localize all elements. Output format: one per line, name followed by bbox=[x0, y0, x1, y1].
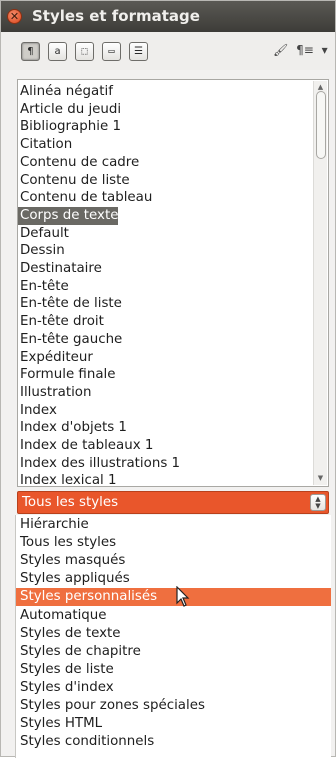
close-button[interactable]: ✕ bbox=[7, 9, 22, 24]
style-list-item[interactable]: Formule finale bbox=[18, 366, 116, 384]
filter-option[interactable]: Styles HTML bbox=[16, 715, 331, 733]
style-list-item[interactable]: Destinataire bbox=[18, 260, 102, 278]
filter-option[interactable]: Styles personnalisés bbox=[16, 588, 331, 607]
fill-format-icon[interactable]: 🖌 bbox=[273, 43, 288, 57]
frame-styles-button[interactable]: ⬚ bbox=[75, 42, 94, 61]
filter-option[interactable]: Styles de texte bbox=[16, 625, 331, 643]
style-list-item[interactable]: Expéditeur bbox=[18, 349, 93, 367]
styles-formatting-window: ✕ Styles et formatage ¶ a ⬚ ▭ ☰ 🖌 ¶≡ ▾ Aliné… bbox=[0, 0, 336, 758]
style-list-item[interactable]: Article du jeudi bbox=[18, 101, 121, 119]
filter-option[interactable]: Automatique bbox=[16, 607, 331, 625]
vertical-scrollbar[interactable]: ▲ ▼ bbox=[313, 81, 327, 485]
toolbar-right: 🖌 ¶≡ ▾ bbox=[273, 43, 332, 57]
filter-option[interactable]: Styles pour zones spéciales bbox=[16, 697, 331, 715]
style-list-item[interactable]: Dessin bbox=[18, 242, 65, 260]
chevron-down-icon[interactable]: ▾ bbox=[322, 43, 328, 57]
style-list-item[interactable]: Index de tableaux 1 bbox=[18, 437, 153, 455]
style-list-item[interactable]: Illustration bbox=[18, 384, 91, 402]
style-filter-select[interactable]: Tous les styles ▲ ▼ bbox=[17, 491, 329, 514]
title-bar[interactable]: ✕ Styles et formatage bbox=[1, 1, 335, 32]
filter-option[interactable]: Styles de chapitre bbox=[16, 643, 331, 661]
paragraph-styles-button[interactable]: ¶ bbox=[21, 42, 40, 61]
close-icon: ✕ bbox=[9, 10, 20, 23]
filter-option[interactable]: Styles appliqués bbox=[16, 570, 331, 588]
toolbar: ¶ a ⬚ ▭ ☰ 🖌 ¶≡ ▾ bbox=[1, 32, 335, 70]
filter-option[interactable]: Styles d'index bbox=[16, 679, 331, 697]
character-styles-button[interactable]: a bbox=[48, 42, 67, 61]
mouse-pointer-icon bbox=[176, 586, 190, 607]
style-list-item[interactable]: En-tête bbox=[18, 278, 69, 296]
style-list-item[interactable]: Contenu de cadre bbox=[18, 154, 139, 172]
style-list-item[interactable]: Index des illustrations 1 bbox=[18, 455, 180, 473]
filter-option[interactable]: Styles conditionnels bbox=[16, 733, 331, 751]
style-list-item[interactable]: Citation bbox=[18, 136, 72, 154]
scroll-down-icon[interactable]: ▼ bbox=[316, 474, 325, 483]
style-filter-value: Tous les styles bbox=[22, 495, 119, 510]
filter-option[interactable]: Hiérarchie bbox=[16, 516, 331, 534]
style-list-item[interactable]: Bibliographie 1 bbox=[18, 118, 121, 136]
style-list-item[interactable]: Corps de texte bbox=[18, 206, 119, 225]
style-list-item[interactable]: En-tête droit bbox=[18, 313, 104, 331]
style-list-item[interactable]: Contenu de tableau bbox=[18, 189, 152, 207]
style-list-item[interactable]: En-tête de liste bbox=[18, 295, 122, 313]
style-list-item[interactable]: Contenu de liste bbox=[18, 172, 130, 190]
style-filter-dropdown[interactable]: Hiérarchie Tous les styles Styles masqués S… bbox=[15, 515, 331, 758]
filter-option[interactable]: Styles masqués bbox=[16, 552, 331, 570]
style-list-item[interactable]: Alinéa négatif bbox=[18, 83, 113, 101]
filter-option[interactable]: Tous les styles bbox=[16, 534, 331, 552]
style-list-item[interactable]: Default bbox=[18, 225, 69, 243]
filter-option[interactable]: Styles de liste bbox=[16, 661, 331, 679]
style-list-item[interactable]: En-tête gauche bbox=[18, 331, 122, 349]
scrollbar-thumb[interactable] bbox=[316, 91, 326, 159]
updown-arrow-icon[interactable]: ▲ ▼ bbox=[310, 494, 326, 511]
new-style-icon[interactable]: ¶≡ bbox=[296, 43, 314, 57]
list-styles-button[interactable]: ☰ bbox=[129, 42, 148, 61]
window-title: Styles et formatage bbox=[32, 7, 200, 25]
style-list-item[interactable]: Index d'objets 1 bbox=[18, 419, 127, 437]
page-styles-button[interactable]: ▭ bbox=[102, 42, 121, 61]
style-list-item[interactable]: Index bbox=[18, 402, 57, 420]
style-list[interactable]: Alinéa négatif Article du jeudi Bibliograp… bbox=[17, 79, 329, 487]
style-list-item[interactable]: Index lexical 1 bbox=[18, 472, 117, 486]
